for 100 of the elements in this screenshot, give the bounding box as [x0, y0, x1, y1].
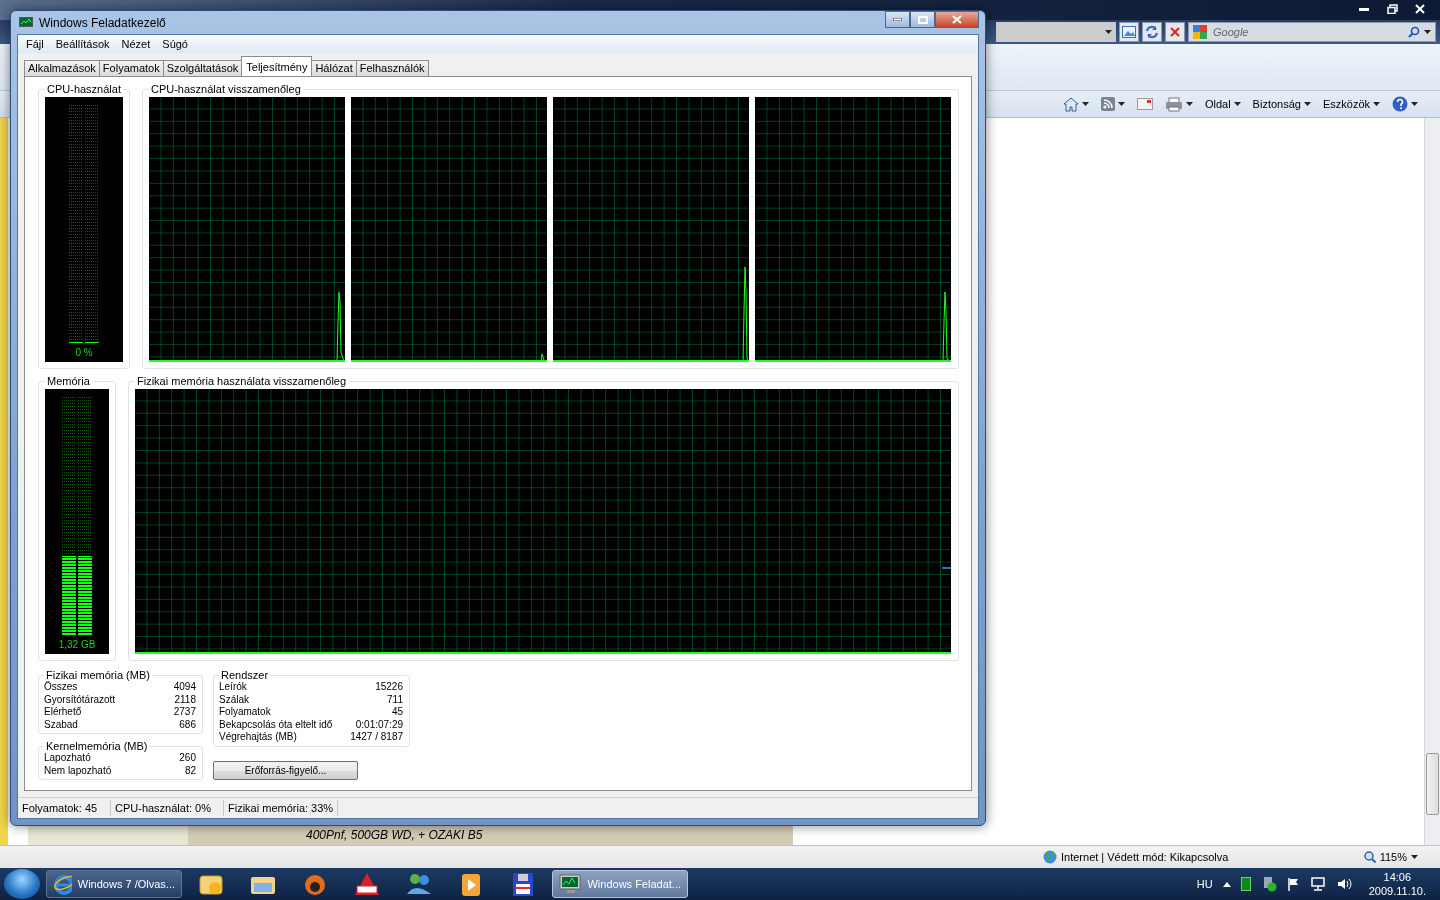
tab[interactable]: Folyamatok — [98, 60, 164, 76]
search-provider-icon — [1193, 25, 1207, 39]
menu-item[interactable]: Beállítások — [49, 37, 116, 51]
stat-value: 2118 — [174, 693, 196, 706]
close-icon — [952, 15, 962, 24]
panel-title: Fizikai memória használata visszamenőleg — [136, 375, 348, 387]
stat-value: 711 — [387, 693, 403, 706]
home-icon — [1062, 96, 1079, 112]
command-menu[interactable]: Oldal — [1202, 96, 1243, 112]
help-icon — [1392, 96, 1408, 112]
tab[interactable]: Hálózat — [311, 60, 357, 76]
stat-label: Lapozható — [44, 752, 91, 765]
stat-label: Szabad — [44, 718, 78, 731]
stat-value: 686 — [179, 718, 196, 731]
caret-icon — [1411, 855, 1418, 859]
status-text: Folyamatok: 45 — [18, 800, 111, 816]
search-icon[interactable] — [1408, 26, 1420, 38]
caret-icon — [1233, 102, 1241, 106]
maximize-button[interactable] — [910, 11, 935, 28]
stat-label: Végrehajtás (MB) — [219, 731, 297, 744]
clock[interactable]: 14:06 2009.11.10. — [1368, 870, 1426, 898]
status-text: Fizikai memória: 33% — [224, 800, 339, 816]
panel-title: Memória — [46, 375, 91, 387]
stat-value: 0:01:07:29 — [355, 718, 403, 731]
compatibility-button[interactable] — [1119, 22, 1139, 42]
clock-date: 2009.11.10. — [1368, 884, 1426, 898]
network-icon[interactable] — [1310, 877, 1327, 891]
monitor-icon — [559, 874, 582, 894]
feeds-button[interactable] — [1098, 95, 1127, 113]
stat-label: Gyorsítótárazott — [44, 693, 116, 706]
meter-reading: 1,32 GB — [58, 639, 96, 650]
stat-value: 1427 / 8187 — [350, 731, 403, 744]
panel-title: Fizikai memória (MB) — [45, 669, 151, 681]
app-icon — [19, 16, 33, 29]
address-field[interactable] — [996, 22, 1116, 42]
stop-button[interactable] — [1165, 22, 1185, 42]
stat-label: Folyamatok — [219, 706, 271, 719]
menu-item[interactable]: Nézet — [115, 37, 157, 51]
tab[interactable]: Szolgáltatások — [162, 60, 243, 76]
caret-icon — [1105, 30, 1112, 34]
stat-label: Összes — [44, 681, 78, 694]
start-button[interactable] — [4, 869, 40, 899]
speaker-icon[interactable] — [1336, 877, 1353, 891]
menu-item[interactable]: Fájl — [20, 37, 50, 51]
caret-icon — [1117, 102, 1125, 106]
stop-icon — [1170, 27, 1180, 37]
search-input[interactable]: Google — [1211, 25, 1404, 39]
command-menu[interactable]: Eszközök — [1320, 96, 1382, 112]
stat-label: Szálak — [219, 693, 249, 706]
scrollbar[interactable] — [1424, 118, 1440, 845]
browser-icon — [53, 873, 72, 895]
refresh-button[interactable] — [1142, 22, 1162, 42]
mail-button[interactable] — [1134, 96, 1155, 112]
globe-icon — [1043, 850, 1057, 864]
mail-icon — [1136, 98, 1153, 110]
zoom-icon — [1363, 851, 1376, 863]
tab[interactable]: Teljesítmény — [241, 56, 313, 76]
caret-icon — [1303, 102, 1311, 106]
maximize-icon — [917, 15, 928, 24]
flag-icon[interactable] — [1286, 877, 1301, 891]
caret-icon — [1185, 102, 1193, 106]
zoom-button[interactable]: 115% — [1363, 851, 1418, 863]
resource-monitor-button[interactable]: Erőforrás-figyelő... — [213, 760, 358, 780]
stat-value: 82 — [184, 764, 196, 777]
stat-label: Leírók — [219, 681, 247, 694]
feed-icon — [1100, 97, 1115, 111]
stat-value: 45 — [391, 706, 403, 719]
help-button[interactable] — [1390, 94, 1420, 114]
stat-value: 260 — [179, 752, 196, 765]
restore-icon — [1386, 4, 1398, 14]
command-menu[interactable]: Biztonság — [1250, 96, 1313, 112]
stat-value: 4094 — [173, 681, 196, 694]
window-title: Windows Feladatkezelő — [39, 15, 166, 30]
search-bar[interactable]: Google — [1188, 22, 1436, 42]
page-text: 400Pnf, 500GB WD, + OZAKI B5 — [188, 826, 793, 845]
stat-label: Bekapcsolás óta eltelt idő — [219, 718, 333, 731]
stat-value: 15226 — [375, 681, 403, 694]
printer-icon — [1164, 96, 1183, 112]
close-icon — [1415, 4, 1425, 14]
show-hidden-icons-icon[interactable] — [1222, 881, 1231, 887]
panel-title: Kernelmemória (MB) — [45, 740, 149, 752]
language-indicator[interactable]: HU — [1196, 878, 1213, 890]
caret-icon — [1081, 102, 1089, 106]
stat-value: 2737 — [173, 706, 196, 719]
stat-label: Nem lapozható — [44, 764, 112, 777]
stat-label: Elérhető — [44, 706, 82, 719]
caret-icon — [1411, 102, 1418, 106]
panel-title: Rendszer — [220, 669, 270, 681]
panel-title: CPU-használat visszamenőleg — [150, 83, 302, 95]
minimize-icon — [1359, 7, 1369, 11]
menu-item[interactable]: Súgó — [156, 37, 194, 51]
caret-icon — [1424, 30, 1431, 34]
clock-time: 14:06 — [1383, 870, 1412, 884]
caret-icon — [1373, 102, 1380, 106]
tab[interactable]: Alkalmazások — [24, 60, 100, 76]
taskbar-window-button[interactable]: Windows 7 /Olvas... — [46, 870, 182, 898]
tab[interactable]: Felhasználók — [355, 60, 429, 76]
security-zone-text: Internet | Védett mód: Kikapcsolva — [1061, 851, 1229, 863]
status-text: CPU-használat: 0% — [111, 800, 224, 816]
meter-reading: 0 % — [75, 347, 93, 358]
